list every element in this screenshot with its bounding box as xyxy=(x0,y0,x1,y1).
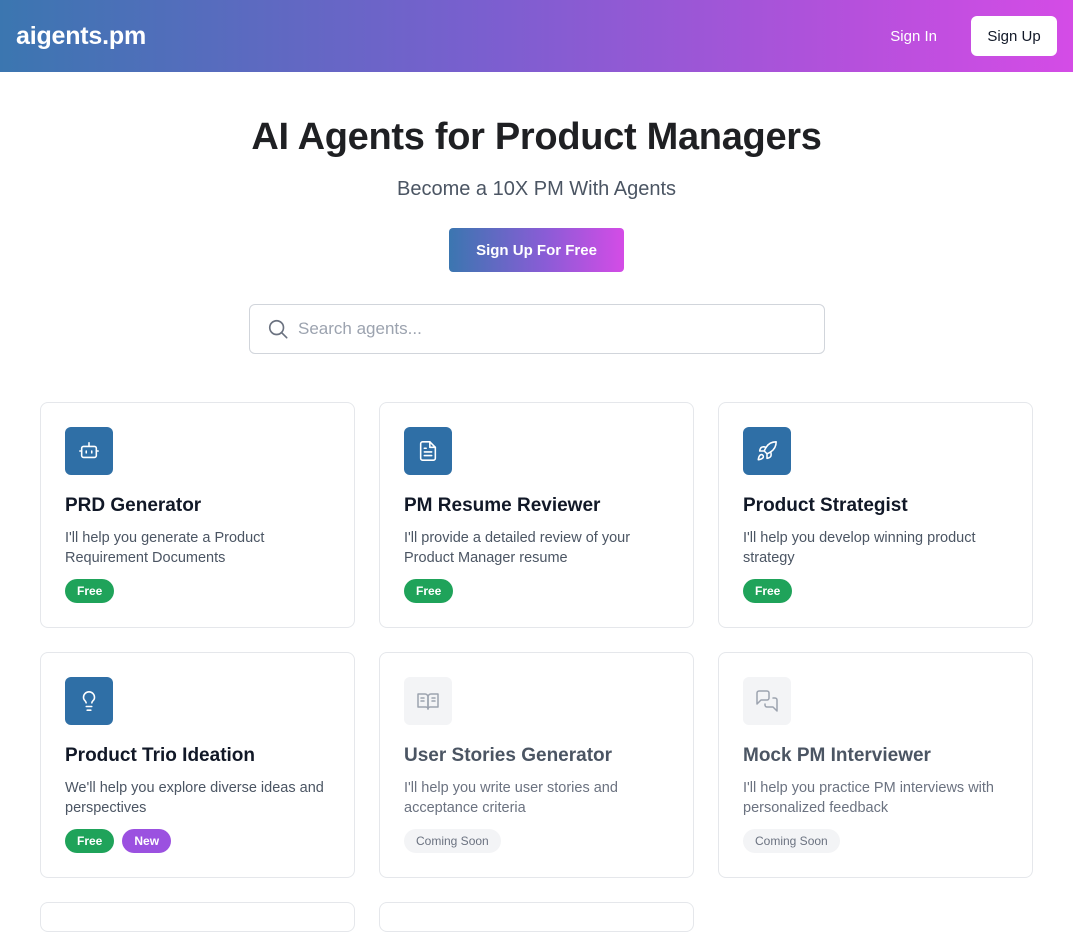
agent-card-prd-generator[interactable]: PRD Generator I'll help you generate a P… xyxy=(40,402,355,628)
agent-card-tags: Coming Soon xyxy=(743,829,840,853)
page-subtitle: Become a 10X PM With Agents xyxy=(396,178,677,200)
free-badge: Free xyxy=(65,579,115,603)
book-icon xyxy=(404,677,452,725)
top-navbar: aigents.pm Sign In Sign Up xyxy=(0,0,1073,72)
lightbulb-icon xyxy=(65,677,113,725)
sign-up-button[interactable]: Sign Up xyxy=(971,16,1057,56)
agent-card-product-trio-ideation[interactable]: Product Trio Ideation We'll help you exp… xyxy=(40,652,355,878)
nav-actions: Sign In Sign Up xyxy=(880,16,1057,56)
agent-card-user-stories-generator[interactable]: User Stories Generator I'll help you wri… xyxy=(379,652,694,878)
agent-card-tags: Coming Soon xyxy=(404,829,501,853)
agent-card-description: I'll help you generate a Product Require… xyxy=(65,530,265,566)
page-title: AI Agents for Product Managers xyxy=(251,116,822,158)
chat-icon xyxy=(743,677,791,725)
site-logo[interactable]: aigents.pm xyxy=(16,22,146,51)
agent-card-partial[interactable] xyxy=(40,902,355,932)
free-badge: Free xyxy=(65,829,115,853)
search-icon xyxy=(266,317,290,341)
rocket-icon xyxy=(743,427,791,475)
agent-card-description: I'll help you develop winning product st… xyxy=(743,530,976,566)
coming-soon-badge: Coming Soon xyxy=(404,829,501,853)
agent-card-title: Product Trio Ideation xyxy=(65,745,256,766)
coming-soon-badge: Coming Soon xyxy=(743,829,840,853)
free-badge: Free xyxy=(404,579,454,603)
agent-card-description: I'll provide a detailed review of your P… xyxy=(404,530,631,566)
search-input[interactable] xyxy=(298,319,798,339)
agent-card-mock-pm-interviewer[interactable]: Mock PM Interviewer I'll help you practi… xyxy=(718,652,1033,878)
document-icon xyxy=(404,427,452,475)
agent-card-title: User Stories Generator xyxy=(404,745,613,766)
agent-card-pm-resume-reviewer[interactable]: PM Resume Reviewer I'll provide a detail… xyxy=(379,402,694,628)
agent-card-description: I'll help you practice PM interviews wit… xyxy=(743,780,994,816)
agent-card-description: We'll help you explore diverse ideas and… xyxy=(65,780,324,816)
sign-in-button[interactable]: Sign In xyxy=(880,20,947,53)
agent-card-product-strategist[interactable]: Product Strategist I'll help you develop… xyxy=(718,402,1033,628)
agent-card-tags: Free xyxy=(65,579,115,603)
agent-card-title: Product Strategist xyxy=(743,495,908,516)
agent-card-tags: Free xyxy=(743,579,793,603)
agent-card-title: Mock PM Interviewer xyxy=(743,745,931,766)
agent-card-tags: Free New xyxy=(65,829,172,853)
robot-icon xyxy=(65,427,113,475)
agent-card-partial[interactable] xyxy=(379,902,694,932)
free-badge: Free xyxy=(743,579,793,603)
agent-card-title: PRD Generator xyxy=(65,495,202,516)
agent-card-title: PM Resume Reviewer xyxy=(404,495,601,516)
search-bar[interactable] xyxy=(249,304,825,354)
sign-up-free-button[interactable]: Sign Up For Free xyxy=(449,228,624,272)
agent-card-tags: Free xyxy=(404,579,454,603)
agent-card-description: I'll help you write user stories and acc… xyxy=(404,780,618,816)
new-badge: New xyxy=(122,829,172,853)
